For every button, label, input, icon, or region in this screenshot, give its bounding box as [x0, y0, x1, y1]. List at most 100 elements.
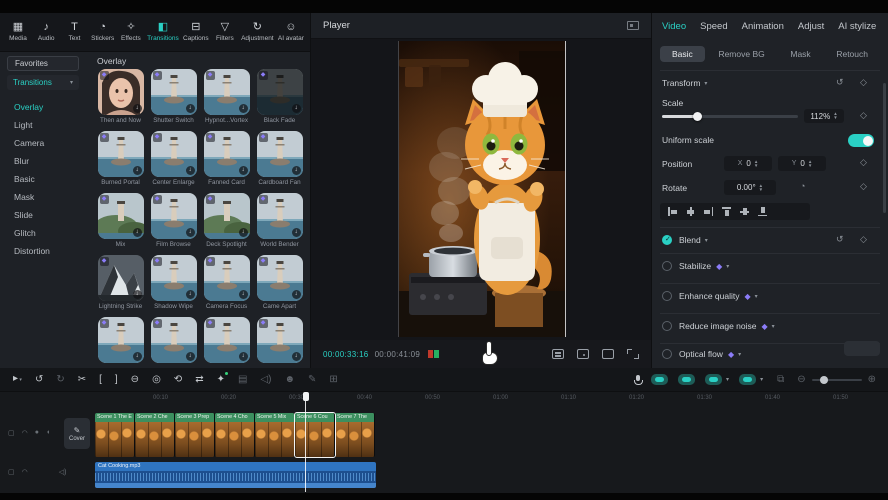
tab-adjust[interactable]: Adjust [798, 21, 824, 32]
ratio-icon[interactable] [552, 349, 564, 359]
transform-reset-icon[interactable]: ↺ [836, 77, 844, 88]
transition-thumbnail[interactable]: ◆↓ [151, 69, 197, 115]
transform-section-header[interactable]: Transform ▾ [662, 78, 707, 88]
position-y-field[interactable]: Y 0 ▲▼ [778, 156, 826, 171]
tab-ai-stylize[interactable]: AI stylize [838, 21, 876, 32]
subtab-retouch[interactable]: Retouch [824, 46, 880, 62]
timeline-ruler[interactable]: 00:1000:2000:3000:4000:5001:0001:1001:20… [0, 392, 888, 405]
transition-item-hypnot-vortex[interactable]: ◆↓Hypnot...Vortex [200, 69, 253, 125]
toolbar-item-filters[interactable]: ▽Filters [213, 22, 237, 42]
checkbox-icon[interactable] [662, 291, 672, 301]
favorites-button[interactable]: Favorites [7, 56, 79, 71]
scale-value-field[interactable]: 112% ▲▼ [804, 109, 844, 123]
sidebar-item-camera[interactable]: Camera [0, 134, 88, 152]
transition-item-cardboard-fan[interactable]: ◆↓Cardboard Fan [253, 131, 306, 187]
toggle-row-reduce-image-noise[interactable]: Reduce image noise◆▾ [662, 321, 775, 331]
transition-thumbnail[interactable]: ◆↓ [204, 193, 250, 239]
tab-animation[interactable]: Animation [742, 21, 784, 32]
subtab-remove-bg[interactable]: Remove BG [706, 46, 776, 62]
mute-icon[interactable]: ◁) [59, 468, 67, 476]
linking-toggle[interactable] [705, 374, 722, 385]
transition-item-black-fade[interactable]: ◆↓Black Fade [253, 69, 306, 125]
fit-canvas-icon[interactable] [577, 349, 589, 359]
relight-icon[interactable]: ▤ [238, 374, 247, 386]
checkbox-icon[interactable] [662, 349, 672, 359]
transition-thumbnail[interactable]: ◆↓ [257, 131, 303, 177]
transition-item-world-bender[interactable]: ◆↓World Bender [253, 193, 306, 249]
split-icon[interactable]: ✂ [78, 374, 86, 386]
transition-thumbnail[interactable]: ◆↓ [98, 131, 144, 177]
checkbox-icon[interactable] [662, 321, 672, 331]
align-middle-icon[interactable] [740, 207, 749, 216]
transition-item-film-browse[interactable]: ◆↓Film Browse [147, 193, 200, 249]
position-keyframe-icon[interactable]: ◇ [860, 157, 867, 168]
preview-axis-toggle[interactable] [739, 374, 756, 385]
align-top-icon[interactable] [722, 207, 731, 216]
timeline-clip[interactable]: Scene 6 Cou [295, 413, 335, 457]
audio-clip[interactable]: Cat Cooking.mp3 [95, 462, 376, 488]
disabled-action-button[interactable] [844, 341, 880, 356]
transition-item-lightning-strike[interactable]: ◆↓Lightning Strike [94, 255, 147, 311]
transition-thumbnail[interactable]: ◆↓ [151, 193, 197, 239]
transition-item-then-and-now[interactable]: ◆↓Then and Now [94, 69, 147, 125]
transition-thumbnail[interactable]: ◆↓ [257, 255, 303, 301]
draw-tool-icon[interactable]: ✎ [308, 374, 316, 386]
hide-icon[interactable]: ◖ [46, 429, 50, 437]
rotate-knob-icon[interactable]: ◔ [800, 181, 805, 191]
trim-right-icon[interactable]: ] [115, 374, 118, 386]
toolbar-item-effects[interactable]: ✧Effects [119, 22, 143, 42]
sidebar-item-mask[interactable]: Mask [0, 188, 88, 206]
undo-icon[interactable]: ↺ [35, 374, 43, 386]
subtab-mask[interactable]: Mask [778, 46, 822, 62]
uniform-scale-toggle[interactable] [848, 134, 874, 147]
timeline-clip[interactable]: Scene 5 Mix [255, 413, 295, 457]
position-x-field[interactable]: X 0 ▲▼ [724, 156, 772, 171]
sidebar-item-glitch[interactable]: Glitch [0, 224, 88, 242]
align-bottom-icon[interactable] [758, 207, 767, 216]
toolbar-item-transitions[interactable]: ◧Transitions [147, 22, 179, 42]
scale-stepper[interactable]: ▲▼ [833, 112, 837, 120]
transition-thumbnail[interactable]: ◆↓ [98, 255, 144, 301]
zoom-in-icon[interactable]: ⊕ [868, 374, 876, 386]
screen-tool-icon[interactable]: ⊞ [329, 374, 337, 386]
video-preview[interactable] [398, 41, 566, 337]
toolbar-item-audio[interactable]: ♪Audio [34, 22, 58, 42]
transition-thumbnail[interactable]: ◆↓ [257, 317, 303, 363]
blend-reset-icon[interactable]: ↺ [836, 234, 844, 245]
scale-slider[interactable] [662, 115, 798, 118]
character-tool-icon[interactable]: ☻ [284, 374, 295, 386]
redo-icon[interactable]: ↻ [56, 374, 64, 386]
chevron-down-icon[interactable]: ▾ [760, 376, 763, 383]
transition-item[interactable]: ◆↓ [200, 317, 253, 368]
zoom-out-icon[interactable]: ⊖ [797, 374, 805, 386]
freeze-frame-icon[interactable]: ◎ [152, 374, 161, 386]
blend-section-header[interactable]: Blend ▾ [662, 235, 708, 245]
transition-item-camera-focus[interactable]: ◆↓Camera Focus [200, 255, 253, 311]
record-voiceover-icon[interactable] [634, 375, 641, 385]
transition-item-deck-spotlight[interactable]: ◆↓Deck Spotlight [200, 193, 253, 249]
timeline-clip[interactable]: Scene 7 The [335, 413, 375, 457]
inspector-scrollbar[interactable] [883, 83, 886, 213]
display-settings-icon[interactable] [627, 21, 639, 30]
transition-item-mix[interactable]: ◆↓Mix [94, 193, 147, 249]
delete-icon[interactable]: ⊖ [131, 374, 139, 386]
transition-thumbnail[interactable]: ◆↓ [204, 131, 250, 177]
toggle-row-stabilize[interactable]: Stabilize◆▾ [662, 261, 729, 271]
transition-thumbnail[interactable]: ◆↓ [151, 317, 197, 363]
sidebar-item-blur[interactable]: Blur [0, 152, 88, 170]
toolbar-item-stickers[interactable]: ◔Stickers [91, 22, 115, 42]
auto-ripple-toggle[interactable] [678, 374, 695, 385]
chevron-down-icon[interactable]: ▾ [726, 376, 729, 383]
transition-thumbnail[interactable]: ◆↓ [151, 255, 197, 301]
transition-thumbnail[interactable]: ◆↓ [98, 317, 144, 363]
toolbar-item-text[interactable]: TText [62, 22, 86, 42]
sidebar-item-overlay[interactable]: Overlay [0, 98, 88, 116]
sidebar-item-light[interactable]: Light [0, 116, 88, 134]
transition-thumbnail[interactable]: ◆↓ [98, 69, 144, 115]
transition-item-fanned-card[interactable]: ◆↓Fanned Card [200, 131, 253, 187]
mute-icon[interactable]: ● [35, 429, 39, 437]
lock-icon[interactable]: ◠ [22, 429, 28, 437]
lock-icon[interactable]: ◠ [22, 468, 28, 476]
blend-keyframe-icon[interactable]: ◇ [860, 234, 867, 245]
mirror-icon[interactable]: ⇄ [195, 374, 203, 386]
